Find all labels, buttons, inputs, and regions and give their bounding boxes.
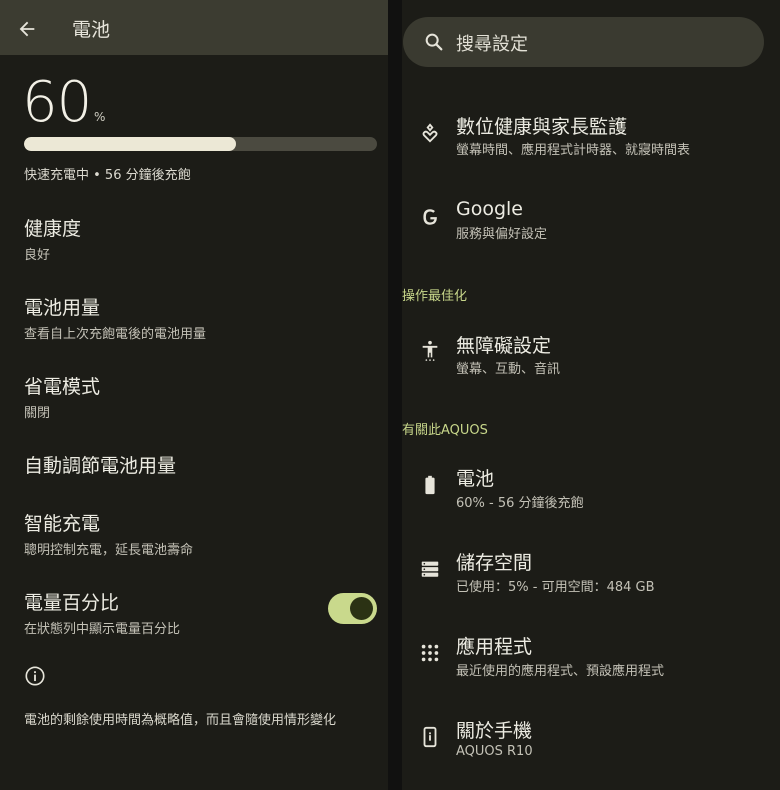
item-subtitle: 已使用：5% - 可用空間：484 GB <box>456 580 655 595</box>
item-title: 電量百分比 <box>24 592 120 614</box>
item-title: 電池 <box>456 468 495 490</box>
item-subtitle: 良好 <box>24 248 51 263</box>
battery-percentage-item[interactable]: 電量百分比 在狀態列中顯示電量百分比 <box>24 588 180 637</box>
item-subtitle: AQUOS R10 <box>456 744 533 759</box>
apps-icon <box>421 644 439 662</box>
item-title: 電池用量 <box>24 297 101 319</box>
digital-wellbeing-icon <box>422 123 438 143</box>
battery-usage-item[interactable]: 電池用量 查看自上次充飽電後的電池用量 <box>24 293 206 342</box>
settings-item-accessibility[interactable]: 無障礙設定 螢幕、互動、音訊 <box>402 329 780 389</box>
item-title: 儲存空間 <box>456 552 533 574</box>
settings-item-apps[interactable]: 應用程式 最近使用的應用程式、預設應用程式 <box>402 632 780 692</box>
phone-info-icon <box>423 726 437 748</box>
item-subtitle: 關閉 <box>24 406 51 421</box>
panel-divider <box>388 0 402 790</box>
battery-saver-item[interactable]: 省電模式 關閉 <box>24 372 100 421</box>
search-bar[interactable]: 搜尋設定 <box>403 17 764 67</box>
item-subtitle: 服務與偏好設定 <box>456 227 548 242</box>
item-title: 省電模式 <box>24 376 101 398</box>
battery-footnote: 電池的剩餘使用時間為概略值，而且會隨使用情形變化 <box>24 713 337 728</box>
item-title: 健康度 <box>24 218 82 240</box>
settings-item-digital-wellbeing[interactable]: 數位健康與家長監護 螢幕時間、應用程式計時器、就寢時間表 <box>402 110 780 170</box>
battery-panel: 電池 60 % 快速充電中 • 56 分鐘後充飽 健康度 良好 電池用量 查看自… <box>0 0 388 790</box>
settings-item-storage[interactable]: 儲存空間 已使用：5% - 可用空間：484 GB <box>402 548 780 608</box>
google-icon <box>423 209 437 225</box>
page-title: 電池 <box>72 19 111 41</box>
smart-charging-item[interactable]: 智能充電 聰明控制充電，延長電池壽命 <box>24 509 193 558</box>
toggle-knob <box>350 597 373 620</box>
item-subtitle: 聰明控制充電，延長電池壽命 <box>24 543 194 558</box>
item-title: 關於手機 <box>456 720 533 742</box>
search-icon <box>425 33 443 51</box>
battery-percentage-toggle[interactable] <box>328 593 377 624</box>
settings-item-about-phone[interactable]: 關於手機 AQUOS R10 <box>402 716 780 776</box>
item-subtitle: 查看自上次充飽電後的電池用量 <box>24 327 207 342</box>
item-title: 數位健康與家長監護 <box>456 116 628 138</box>
accessibility-icon <box>422 340 438 361</box>
item-title: 智能充電 <box>24 513 101 535</box>
item-subtitle: 螢幕、互動、音訊 <box>456 362 561 377</box>
battery-percentage: 60 <box>22 70 92 135</box>
settings-panel: 搜尋設定 數位健康與家長監護 螢幕時間、應用程式計時器、就寢時間表 Google… <box>402 0 780 790</box>
item-subtitle: 60% - 56 分鐘後充飽 <box>456 496 584 511</box>
item-subtitle: 在狀態列中顯示電量百分比 <box>24 622 181 637</box>
app-bar: 電池 <box>0 0 388 55</box>
back-arrow-icon[interactable] <box>16 18 38 40</box>
battery-level-bar <box>24 137 377 151</box>
item-title: 應用程式 <box>456 636 533 658</box>
health-item[interactable]: 健康度 良好 <box>24 214 81 263</box>
section-header-optimize: 操作最佳化 <box>402 289 468 304</box>
percent-symbol: % <box>94 110 106 124</box>
item-subtitle: 螢幕時間、應用程式計時器、就寢時間表 <box>456 143 691 158</box>
info-icon <box>25 666 45 686</box>
battery-icon <box>425 475 435 495</box>
item-title: Google <box>456 198 524 220</box>
item-title: 自動調節電池用量 <box>24 455 177 477</box>
search-placeholder: 搜尋設定 <box>456 34 528 55</box>
settings-item-google[interactable]: Google 服務與偏好設定 <box>402 196 780 256</box>
storage-icon <box>421 561 439 577</box>
settings-item-battery[interactable]: 電池 60% - 56 分鐘後充飽 <box>402 464 780 524</box>
item-subtitle: 最近使用的應用程式、預設應用程式 <box>456 664 665 679</box>
charge-status: 快速充電中 • 56 分鐘後充飽 <box>24 168 191 183</box>
item-title: 無障礙設定 <box>456 335 552 357</box>
adaptive-battery-item[interactable]: 自動調節電池用量 <box>24 451 176 478</box>
battery-level-fill <box>24 137 236 151</box>
section-header-about: 有關此AQUOS <box>402 423 488 438</box>
